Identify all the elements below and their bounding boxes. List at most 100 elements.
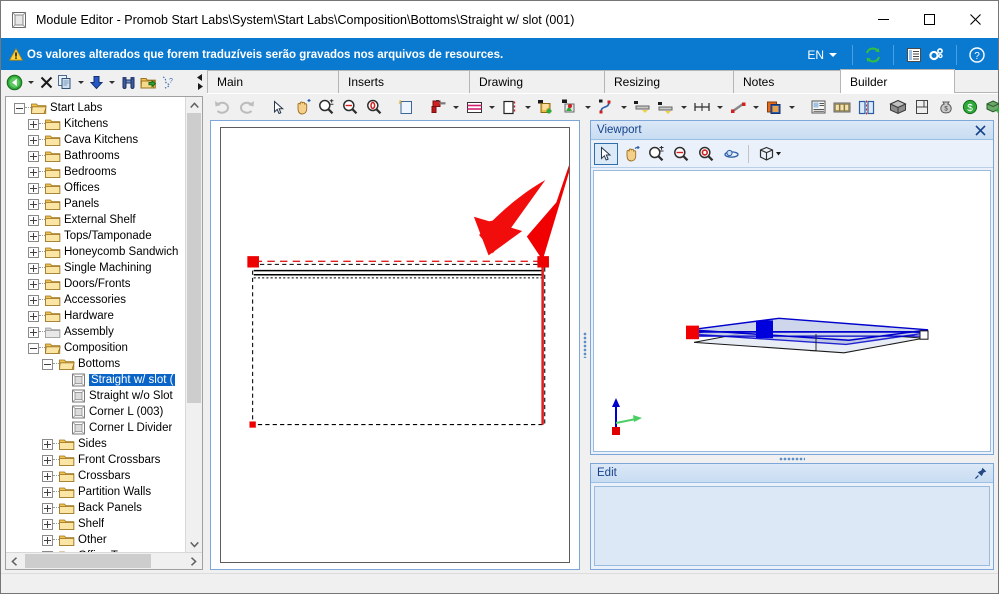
module-tree[interactable]: Start Labs Kitchens Cava Kitchens Bathro… [6, 97, 185, 552]
tree-item-selected[interactable]: Straight w/ slot ( [6, 372, 185, 388]
tree-item[interactable]: Bedrooms [6, 164, 185, 180]
tree-item[interactable]: Assembly [6, 324, 185, 340]
scroll-thumb[interactable] [25, 554, 151, 568]
tree-item[interactable]: Kitchens [6, 116, 185, 132]
resources-list-icon[interactable] [903, 44, 925, 66]
chevron-down-icon[interactable] [489, 105, 495, 109]
expand-plus-icon[interactable] [42, 534, 53, 546]
scroll-track[interactable] [23, 553, 185, 569]
color-machining-icon[interactable] [558, 96, 582, 118]
tab-main[interactable]: Main [207, 70, 339, 93]
expand-plus-icon[interactable] [28, 294, 39, 306]
tab-builder[interactable]: Builder [840, 69, 955, 93]
vertical-splitter[interactable] [580, 120, 590, 570]
tree-item[interactable]: Bathrooms [6, 148, 185, 164]
language-selector[interactable]: EN [801, 46, 843, 64]
line-icon[interactable] [726, 96, 750, 118]
zoom-extents-icon[interactable] [694, 143, 718, 165]
money-bag-icon[interactable]: $ [934, 96, 958, 118]
expand-plus-icon[interactable] [42, 502, 53, 514]
find-binoculars-icon[interactable] [119, 72, 138, 92]
tree-item[interactable]: Composition [6, 340, 185, 356]
collapse-minus-icon[interactable] [42, 358, 53, 370]
groove2-icon[interactable] [654, 96, 678, 118]
box-3d-icon[interactable] [886, 96, 910, 118]
export-folder-icon[interactable] [139, 72, 158, 92]
pan-hand-icon[interactable] [290, 96, 314, 118]
drill-icon[interactable] [426, 96, 450, 118]
tab-resizing[interactable]: Resizing [604, 70, 734, 93]
tree-item[interactable]: Accessories [6, 292, 185, 308]
tree-item[interactable]: Corner L (003) [6, 404, 185, 420]
zoom-extents-icon[interactable] [362, 96, 386, 118]
tree-item[interactable]: Sides [6, 436, 185, 452]
dollar-icon[interactable]: $ [958, 96, 982, 118]
copy-icon[interactable] [56, 72, 74, 92]
tree-item[interactable]: Partition Walls [6, 484, 185, 500]
viewport-3d-canvas[interactable] [593, 170, 991, 452]
maximize-button[interactable] [906, 1, 952, 38]
book-panel-icon[interactable] [910, 96, 934, 118]
tree-item[interactable]: Tops/Tamponade [6, 228, 185, 244]
scroll-left-button[interactable] [6, 553, 23, 569]
chevron-down-icon[interactable] [453, 105, 459, 109]
delete-x-icon[interactable] [38, 72, 55, 92]
zoom-in-icon[interactable] [644, 143, 668, 165]
view-cube-icon[interactable] [754, 143, 788, 165]
chevron-down-icon[interactable] [717, 105, 723, 109]
curve-icon[interactable] [594, 96, 618, 118]
settings-gears-icon[interactable] [925, 44, 947, 66]
chevron-down-icon[interactable] [621, 105, 627, 109]
dependency-icon[interactable]: ? [159, 72, 176, 92]
tree-item[interactable]: Start Labs [6, 100, 185, 116]
edit-panel-body[interactable] [594, 486, 990, 566]
expand-plus-icon[interactable] [28, 198, 39, 210]
tree-item[interactable]: Cava Kitchens [6, 132, 185, 148]
horizontal-splitter[interactable] [590, 455, 994, 463]
tree-item[interactable]: Corner L Divider [6, 420, 185, 436]
scroll-up-button[interactable] [186, 97, 202, 113]
collapse-minus-icon[interactable] [28, 342, 39, 354]
scroll-right-button[interactable] [185, 553, 202, 569]
panel-edge-icon[interactable] [498, 96, 522, 118]
viewport-close-icon[interactable] [972, 122, 988, 138]
back-navigate-icon[interactable] [5, 72, 24, 92]
tree-item[interactable]: Single Machining [6, 260, 185, 276]
expand-plus-icon[interactable] [42, 486, 53, 498]
tree-item[interactable]: Back Panels [6, 500, 185, 516]
tree-item[interactable]: Offices [6, 180, 185, 196]
chevron-down-icon[interactable] [753, 105, 759, 109]
expand-plus-icon[interactable] [28, 310, 39, 322]
tree-vertical-scrollbar[interactable] [185, 97, 202, 552]
tab-drawing[interactable]: Drawing [469, 70, 605, 93]
tree-item[interactable]: External Shelf [6, 212, 185, 228]
orbit-icon[interactable] [719, 143, 743, 165]
scroll-thumb[interactable] [187, 113, 201, 403]
expand-plus-icon[interactable] [42, 470, 53, 482]
tree-item[interactable]: Other [6, 532, 185, 548]
tab-notes[interactable]: Notes [733, 70, 841, 93]
expand-plus-icon[interactable] [42, 454, 53, 466]
new-sheet-icon[interactable] [394, 96, 418, 118]
layers-icon[interactable] [762, 96, 786, 118]
zoom-out-icon[interactable] [338, 96, 362, 118]
expand-plus-icon[interactable] [28, 182, 39, 194]
tree-item[interactable]: Office Tops [6, 548, 185, 552]
drawing-canvas[interactable] [210, 120, 580, 570]
tab-inserts[interactable]: Inserts [338, 70, 470, 93]
paste-down-icon[interactable] [88, 72, 105, 92]
close-button[interactable] [952, 1, 998, 38]
chevron-down-icon[interactable] [681, 105, 687, 109]
refresh-icon[interactable] [862, 44, 884, 66]
chevron-down-icon[interactable] [525, 105, 531, 109]
modules-icon[interactable] [830, 96, 854, 118]
expand-plus-icon[interactable] [28, 278, 39, 290]
tree-item[interactable]: Shelf [6, 516, 185, 532]
tree-item[interactable]: Straight w/o Slot [6, 388, 185, 404]
chevron-down-icon[interactable] [585, 105, 591, 109]
expand-plus-icon[interactable] [42, 438, 53, 450]
split-view-icon[interactable] [854, 96, 878, 118]
expand-plus-icon[interactable] [28, 230, 39, 242]
tree-item[interactable]: Panels [6, 196, 185, 212]
expand-plus-icon[interactable] [28, 134, 39, 146]
